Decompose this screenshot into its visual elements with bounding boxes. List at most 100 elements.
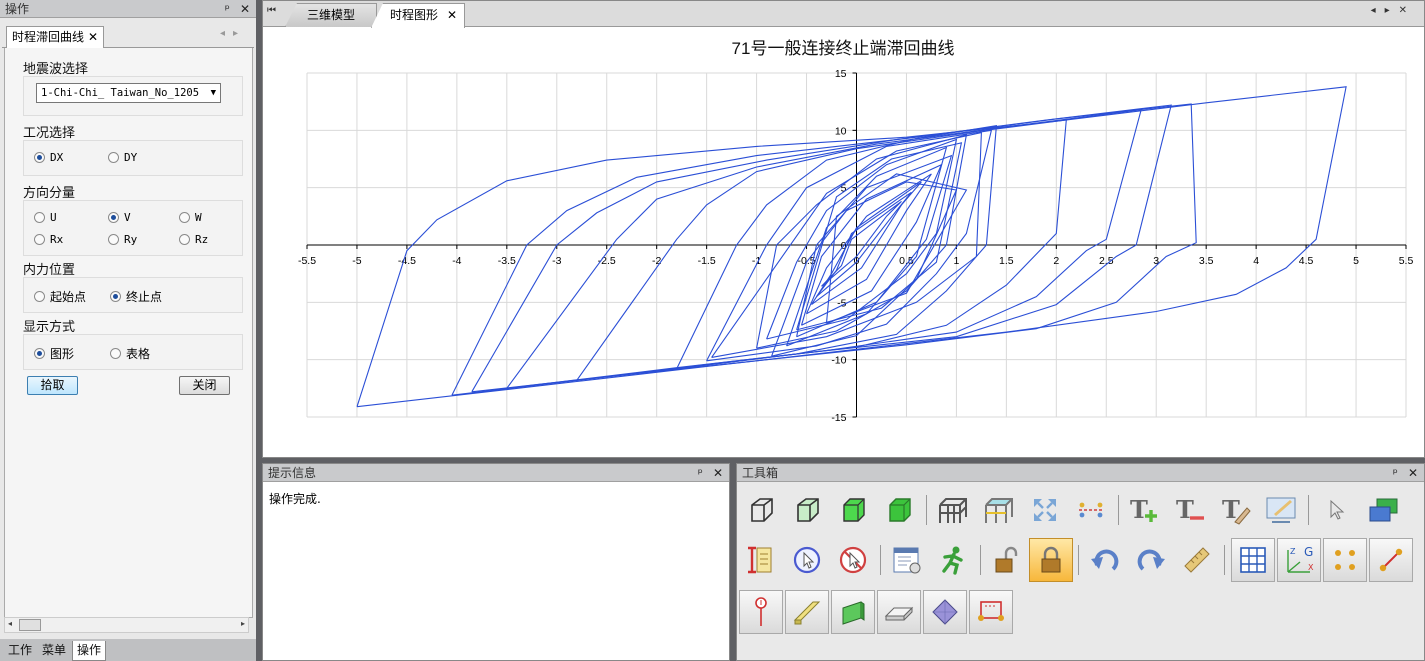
x-tick-label: 5.5: [1399, 255, 1414, 267]
frame-structure-icon[interactable]: [931, 488, 975, 532]
scroll-left-icon[interactable]: ◂: [8, 619, 12, 628]
separator: [880, 545, 881, 575]
pin-icon[interactable]: ᵖ: [1393, 464, 1398, 482]
layers-icon[interactable]: [1361, 488, 1405, 532]
radio-graph[interactable]: 图形: [34, 345, 74, 362]
beam-element-icon[interactable]: [785, 590, 829, 634]
tab-close-icon[interactable]: ✕: [447, 4, 457, 26]
run-man-icon[interactable]: [931, 538, 975, 582]
solid-element-icon[interactable]: [923, 590, 967, 634]
x-tick-label: 5: [1353, 255, 1359, 267]
chart-title: 71号一般连接终止端滞回曲线: [732, 39, 955, 58]
radio-rx[interactable]: Rx: [34, 233, 63, 246]
horizontal-scrollbar[interactable]: ◂ ▸: [4, 617, 249, 633]
tab-work[interactable]: 工作: [4, 641, 36, 661]
green-cube-icon[interactable]: [831, 488, 875, 532]
close-icon[interactable]: ✕: [240, 0, 250, 18]
message-text: 操作完成.: [269, 492, 321, 506]
pin-icon[interactable]: ᵖ: [698, 464, 703, 482]
add-text-icon[interactable]: T: [1121, 488, 1165, 532]
line-element-icon[interactable]: [1369, 538, 1413, 582]
select-circle-icon[interactable]: [785, 538, 829, 582]
redo-icon[interactable]: [1129, 538, 1173, 582]
dimension-icon[interactable]: [1069, 488, 1113, 532]
chevron-down-icon: ▼: [210, 88, 216, 98]
radio-label: 终止点: [126, 290, 163, 304]
tab-3d-model[interactable]: 三维模型: [285, 3, 377, 27]
edge-cube-icon[interactable]: [785, 488, 829, 532]
panel-title-text: 工具箱: [742, 466, 779, 480]
panel-title-text: 操作: [5, 2, 30, 16]
axis-gxyz-icon[interactable]: ZGX: [1277, 538, 1321, 582]
undo-icon[interactable]: [1083, 538, 1127, 582]
radio-dot-icon: [34, 212, 45, 223]
element-info-icon[interactable]: [739, 538, 783, 582]
measure-ruler-icon[interactable]: [1175, 538, 1219, 582]
tab-operation[interactable]: 操作: [72, 641, 107, 661]
first-tab-icon[interactable]: ⏮: [267, 5, 276, 16]
properties-window-icon[interactable]: [885, 538, 929, 582]
radio-dot-icon: [34, 291, 45, 302]
unlock-icon[interactable]: [983, 538, 1027, 582]
shaded-frame-icon[interactable]: [977, 488, 1021, 532]
chart-series: [356, 86, 1347, 408]
radio-start-point[interactable]: 起始点: [34, 288, 86, 305]
radio-dx[interactable]: DX: [34, 151, 63, 164]
spring-link-icon[interactable]: [969, 590, 1013, 634]
x-tick-label: -4: [452, 255, 461, 267]
wireframe-cube-icon[interactable]: [739, 488, 783, 532]
pointer-icon[interactable]: [1315, 488, 1359, 532]
solid-green-cube-icon[interactable]: [877, 488, 921, 532]
hysteresis-form: 地震波选择 1-Chi-Chi_ Taiwan_No_1205 ▼ 工况选择 D…: [4, 48, 253, 618]
radio-rz[interactable]: Rz: [179, 233, 208, 246]
radio-u[interactable]: U: [34, 211, 57, 224]
slab-element-icon[interactable]: [877, 590, 921, 634]
position-group: 内力位置 起始点 终止点: [23, 259, 243, 313]
zoom-extents-icon[interactable]: [1023, 488, 1067, 532]
nodes-icon[interactable]: [1323, 538, 1367, 582]
tab-hysteresis[interactable]: 时程滞回曲线 ✕: [6, 26, 104, 48]
radio-label: 表格: [126, 347, 151, 361]
wave-group-title: 地震波选择: [23, 62, 89, 77]
radio-label: 起始点: [50, 290, 87, 304]
radio-w[interactable]: W: [179, 211, 202, 224]
radio-dy[interactable]: DY: [108, 151, 137, 164]
tab-time-history-graph[interactable]: 时程图形 ✕: [371, 3, 465, 28]
message-panel-title: 提示信息 ᵖ ✕: [263, 464, 729, 482]
radio-v[interactable]: V: [108, 211, 131, 224]
close-button[interactable]: 关闭: [179, 376, 230, 395]
no-select-icon[interactable]: [831, 538, 875, 582]
x-tick-label: 3.5: [1199, 255, 1214, 267]
lock-icon[interactable]: [1029, 538, 1073, 582]
pin-icon[interactable]: ᵖ: [225, 0, 230, 18]
radio-end-point[interactable]: 终止点: [110, 288, 162, 305]
tab-menu[interactable]: 菜单: [38, 641, 70, 661]
y-tick-label: -10: [831, 355, 846, 367]
remove-text-icon[interactable]: T: [1167, 488, 1211, 532]
x-tick-label: -2: [652, 255, 661, 267]
close-icon[interactable]: ✕: [1408, 464, 1418, 482]
operation-panel: 操作 ᵖ ✕ 时程滞回曲线 ✕ ◂▸ 地震波选择 1-Chi-Chi_ Taiw…: [0, 0, 256, 661]
scroll-right-icon[interactable]: ▸: [241, 619, 245, 628]
radio-ry[interactable]: Ry: [108, 233, 137, 246]
pick-button[interactable]: 拾取: [27, 376, 78, 395]
position-group-title: 内力位置: [23, 263, 76, 278]
display-group-title: 显示方式: [23, 320, 76, 335]
tab-scroll-icons[interactable]: ◂▸: [220, 28, 246, 39]
close-icon[interactable]: ✕: [713, 464, 723, 482]
x-tick-label: -3: [552, 255, 561, 267]
wave-select-value: 1-Chi-Chi_ Taiwan_No_1205: [41, 87, 200, 99]
point-load-icon[interactable]: [739, 590, 783, 634]
pencil-screen-icon[interactable]: [1259, 488, 1303, 532]
scroll-thumb[interactable]: [19, 619, 41, 631]
tab-navigation-icons[interactable]: ◂▸✕: [1371, 5, 1416, 16]
radio-dot-icon: [108, 234, 119, 245]
clear-text-icon[interactable]: T: [1213, 488, 1257, 532]
hysteresis-loop: [451, 103, 1197, 396]
radio-table[interactable]: 表格: [110, 345, 150, 362]
wave-select[interactable]: 1-Chi-Chi_ Taiwan_No_1205 ▼: [36, 83, 221, 103]
tab-close-icon[interactable]: ✕: [88, 27, 98, 47]
radio-label: W: [195, 211, 202, 224]
plate-element-icon[interactable]: [831, 590, 875, 634]
grid-icon[interactable]: [1231, 538, 1275, 582]
